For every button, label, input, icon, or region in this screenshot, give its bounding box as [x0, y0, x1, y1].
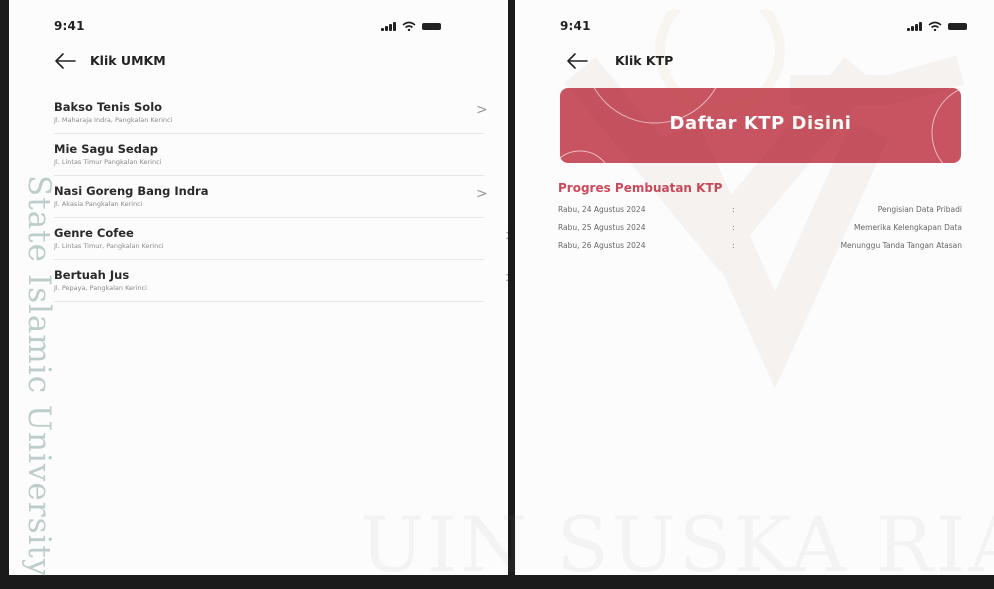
umkm-list: Bakso Tenis Solo Jl. Maharaja Indra, Pan… [54, 92, 508, 302]
wifi-icon [402, 21, 416, 31]
banner-label: Daftar KTP Disini [669, 113, 852, 134]
ktp-screen: 9:41 Klik KTP Daftar KTP Disini Progres … [515, 0, 994, 575]
umkm-screen: 9:41 Klik UMKM Bakso Tenis Solo Jl. Maha… [9, 0, 508, 575]
list-item[interactable]: Bakso Tenis Solo Jl. Maharaja Indra, Pan… [54, 92, 488, 134]
progress-status: Pengisian Data Pribadi [877, 205, 962, 214]
progress-date: Rabu, 25 Agustus 2024 [558, 223, 646, 232]
progress-status: Menunggu Tanda Tangan Atasan [840, 241, 962, 250]
progress-separator: : [732, 223, 735, 232]
list-item[interactable]: Bertuah Jus Jl. Pepaya, Pangkalan Kerinc… [54, 260, 508, 302]
progress-separator: : [732, 241, 735, 250]
list-item[interactable]: Nasi Goreng Bang Indra Jl. Akasia Pangka… [54, 176, 488, 218]
signal-icon [907, 22, 922, 31]
progress-row: Rabu, 25 Agustus 2024 : Memerika Kelengk… [558, 223, 962, 241]
progress-date: Rabu, 24 Agustus 2024 [558, 205, 646, 214]
item-address: Jl. Maharaja Indra, Pangkalan Kerinci [54, 116, 173, 124]
status-bar: 9:41 [9, 15, 508, 39]
item-address: Jl. Akasia Pangkalan Kerinci [54, 200, 143, 208]
list-item[interactable]: Mie Sagu Sedap Jl. Lintas Timur Pangkala… [54, 134, 484, 176]
item-name: Nasi Goreng Bang Indra [54, 184, 209, 198]
back-arrow-icon[interactable] [566, 52, 588, 70]
item-name: Bertuah Jus [54, 268, 130, 282]
list-item[interactable]: Genre Cofee Jl. Lintas Timur, Pangkalan … [54, 218, 508, 260]
progress-date: Rabu, 26 Agustus 2024 [558, 241, 646, 250]
item-address: Jl. Lintas Timur, Pangkalan Kerinci [54, 242, 164, 250]
back-arrow-icon[interactable] [54, 52, 76, 70]
item-name: Bakso Tenis Solo [54, 100, 163, 114]
battery-icon [422, 23, 441, 30]
item-name: Genre Cofee [54, 226, 134, 240]
progress-title: Progres Pembuatan KTP [558, 181, 723, 195]
item-name: Mie Sagu Sedap [54, 142, 158, 156]
chevron-right-icon: > [476, 186, 488, 202]
chevron-right-icon: > [505, 228, 508, 244]
status-time: 9:41 [560, 19, 591, 33]
progress-list: Rabu, 24 Agustus 2024 : Pengisian Data P… [558, 205, 962, 259]
signal-icon [381, 22, 396, 31]
item-address: Jl. Pepaya, Pangkalan Kerinci [54, 284, 147, 292]
chevron-right-icon: > [505, 270, 508, 286]
status-bar: 9:41 [515, 15, 994, 39]
wifi-icon [928, 21, 942, 31]
battery-icon [948, 23, 967, 30]
progress-status: Memerika Kelengkapan Data [854, 223, 962, 232]
status-time: 9:41 [54, 19, 85, 33]
daftar-ktp-button[interactable]: Daftar KTP Disini [560, 88, 961, 163]
progress-row: Rabu, 24 Agustus 2024 : Pengisian Data P… [558, 205, 962, 223]
progress-row: Rabu, 26 Agustus 2024 : Menunggu Tanda T… [558, 241, 962, 259]
progress-separator: : [732, 205, 735, 214]
item-address: Jl. Lintas Timur Pangkalan Kerinci [54, 158, 162, 166]
chevron-right-icon: > [476, 102, 488, 118]
page-title: Klik UMKM [90, 53, 166, 68]
page-title: Klik KTP [615, 53, 674, 68]
